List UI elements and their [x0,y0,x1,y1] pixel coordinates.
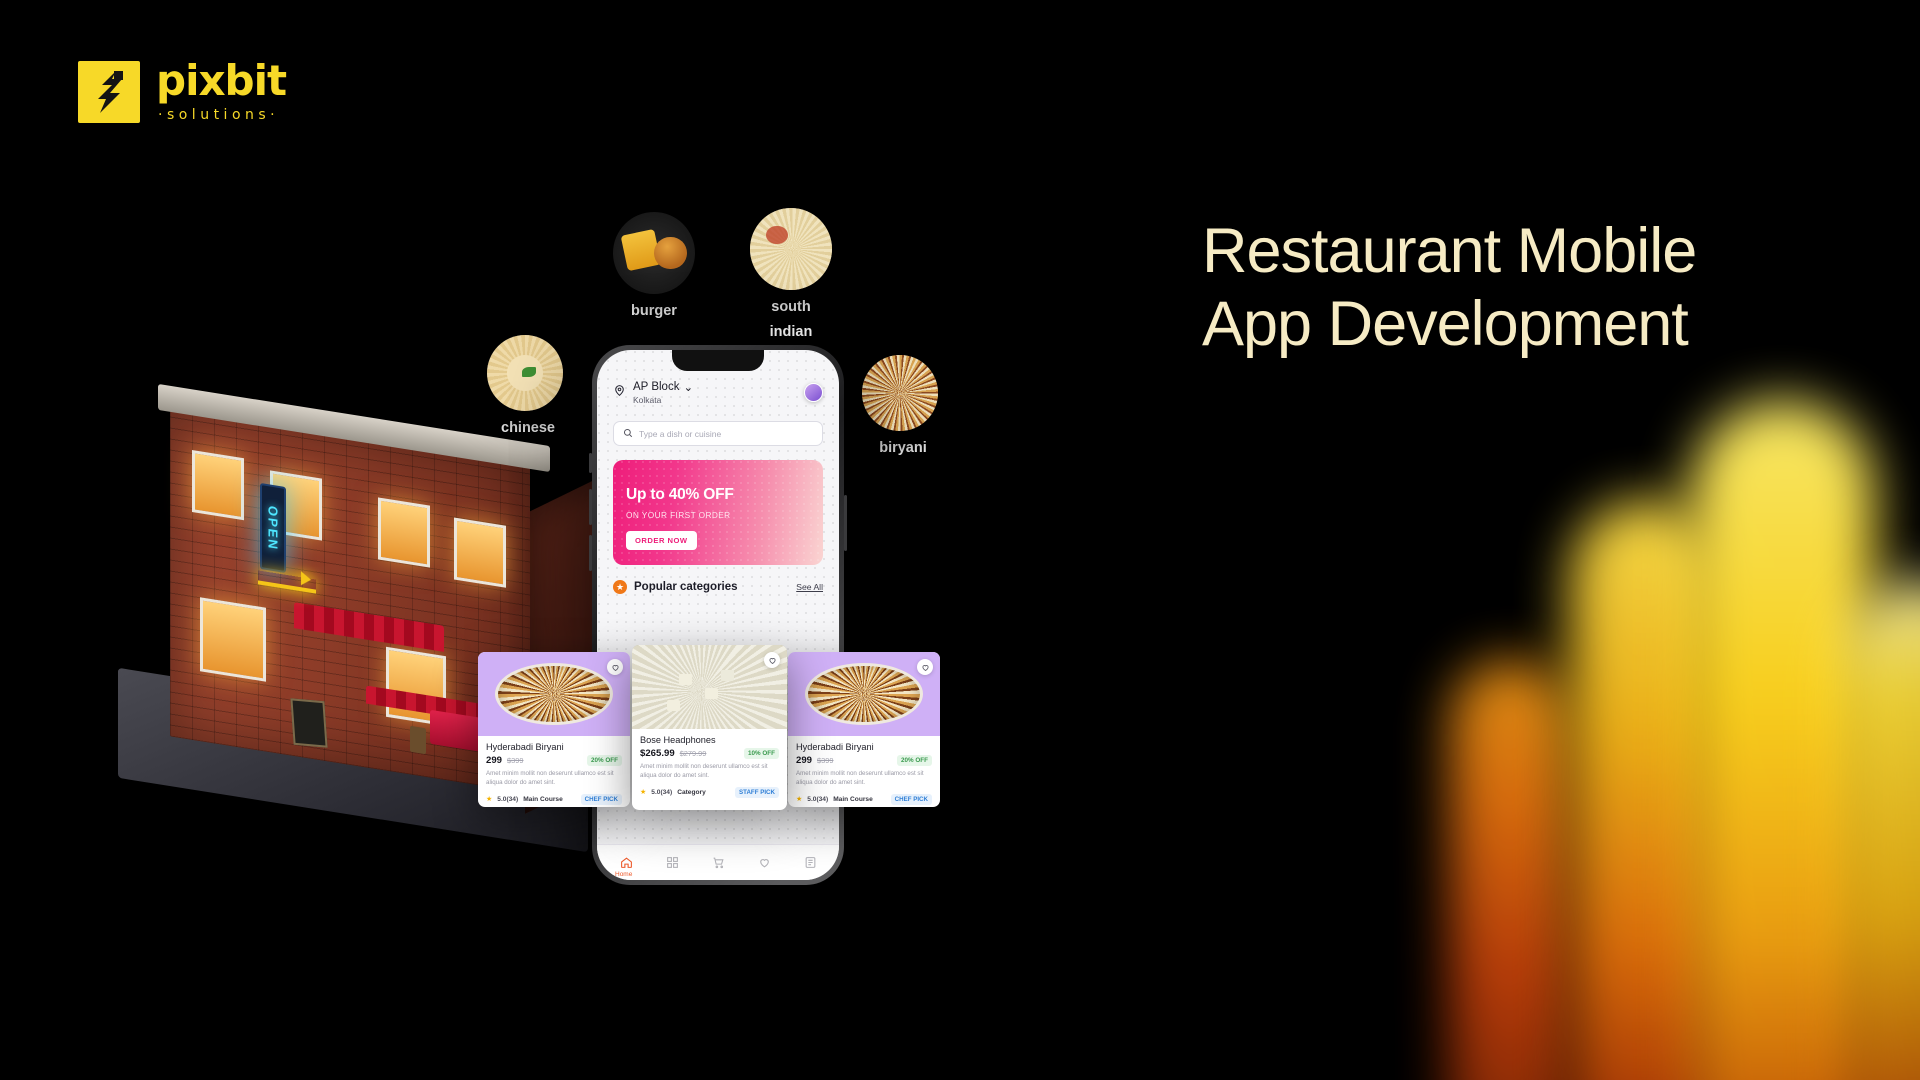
location-city: Kolkata [633,395,662,405]
star-badge-icon: ★ [613,580,627,594]
search-input[interactable]: Type a dish or cuisine [613,421,823,446]
category-bubble-biryani[interactable]: biryani [862,355,938,456]
promo-banner[interactable]: Up to 40% OFF ON YOUR FIRST ORDER ORDER … [613,460,823,565]
category-label: south [771,299,811,315]
product-name: Hyderabadi Biryani [486,742,564,752]
star-icon: ★ [796,796,803,804]
product-description: Amet minim mollit non deserunt ullamco e… [796,770,924,786]
logo-tagline: ·solutions· [158,107,280,123]
see-all-link[interactable]: See All [796,582,823,592]
search-placeholder: Type a dish or cuisine [639,428,722,439]
product-old-price: $279.99 [679,749,707,758]
product-image [632,645,787,729]
home-tab-label: Home [615,871,633,878]
product-old-price: $399 [507,756,524,765]
product-category: Main Course [523,795,563,803]
grid-icon[interactable] [666,856,679,869]
product-card[interactable]: Hyderabadi Biryani 299 $399 20% OFF Amet… [788,652,940,807]
product-category: Main Course [833,795,873,803]
pick-badge: CHEF PICK [890,793,932,805]
location-pin-icon [613,384,626,402]
category-bubble-south-indian[interactable]: south indian [750,208,832,340]
product-image [788,652,940,736]
pixbit-mark-icon [78,60,140,123]
heart-outline-icon[interactable] [917,659,933,675]
discount-badge: 20% OFF [587,755,622,766]
user-avatar[interactable] [804,383,823,402]
headline-line-2: App Development [1202,289,1689,360]
product-image [478,652,630,736]
promo-title: Up to 40% OFF [626,486,734,503]
popular-categories-header: ★ Popular categories See All [613,580,823,594]
south-indian-photo [750,208,832,290]
category-bubble-burger[interactable]: burger [613,212,695,319]
burger-photo [613,212,695,294]
location-selector[interactable]: AP Block ⌄ Kolkata [613,380,823,405]
product-price: $265.99 [640,748,675,759]
product-category: Category [677,788,706,796]
poster-canvas: pixbit ·solutions· Restaurant Mobile App… [0,0,1920,1080]
chevron-down-icon[interactable]: ⌄ [683,380,693,394]
bottom-tab-bar: Home [597,844,839,880]
menu-board [290,698,328,748]
category-label: chinese [501,420,555,436]
chinese-noodles-photo [487,335,563,411]
category-bubble-chinese[interactable]: chinese [487,335,563,436]
logo-wordmark: pixbit [156,56,287,105]
pick-badge: CHEF PICK [580,793,622,805]
pixbit-logo[interactable]: pixbit ·solutions· [78,56,287,123]
heart-icon[interactable] [758,856,771,869]
product-name: Hyderabadi Biryani [796,742,874,752]
category-label-2: indian [769,324,813,341]
order-now-button[interactable]: ORDER NOW [626,531,697,550]
star-icon: ★ [640,789,647,797]
flame-glow-decoration [1300,0,1920,1080]
product-price: 299 [486,755,503,766]
page-title: Restaurant Mobile App Development [1202,215,1902,361]
star-icon: ★ [486,796,493,804]
heart-outline-icon[interactable] [764,652,780,668]
location-name: AP Block [633,381,680,393]
product-card-group: Hyderabadi Biryani 299 $399 20% OFF Amet… [478,645,940,810]
product-card[interactable]: Hyderabadi Biryani 299 $399 20% OFF Amet… [478,652,630,807]
home-icon[interactable] [620,856,633,869]
discount-badge: 20% OFF [897,755,932,766]
open-sign: OPEN [260,482,286,574]
category-label: biryani [879,440,927,456]
promo-subtitle: ON YOUR FIRST ORDER [626,510,731,520]
product-old-price: $399 [817,756,834,765]
product-description: Amet minim mollit non deserunt ullamco e… [640,763,768,779]
product-name: Bose Headphones [640,735,716,745]
section-title: Popular categories [634,581,738,593]
product-card[interactable]: Bose Headphones $265.99 $279.99 10% OFF … [632,645,787,810]
cart-icon[interactable] [712,856,725,869]
product-price: 299 [796,755,813,766]
product-rating: 5.0(34) [807,795,829,803]
category-label: burger [631,303,677,319]
phone-notch [672,350,764,371]
product-description: Amet minim mollit non deserunt ullamco e… [486,770,614,786]
product-rating: 5.0(34) [651,788,673,796]
pick-badge: STAFF PICK [735,786,779,798]
heart-outline-icon[interactable] [607,659,623,675]
biryani-photo [862,355,938,431]
orders-icon[interactable] [804,856,817,869]
discount-badge: 10% OFF [744,748,779,759]
search-icon [623,425,633,443]
product-rating: 5.0(34) [497,795,519,803]
headline-line-1: Restaurant Mobile [1202,216,1697,286]
